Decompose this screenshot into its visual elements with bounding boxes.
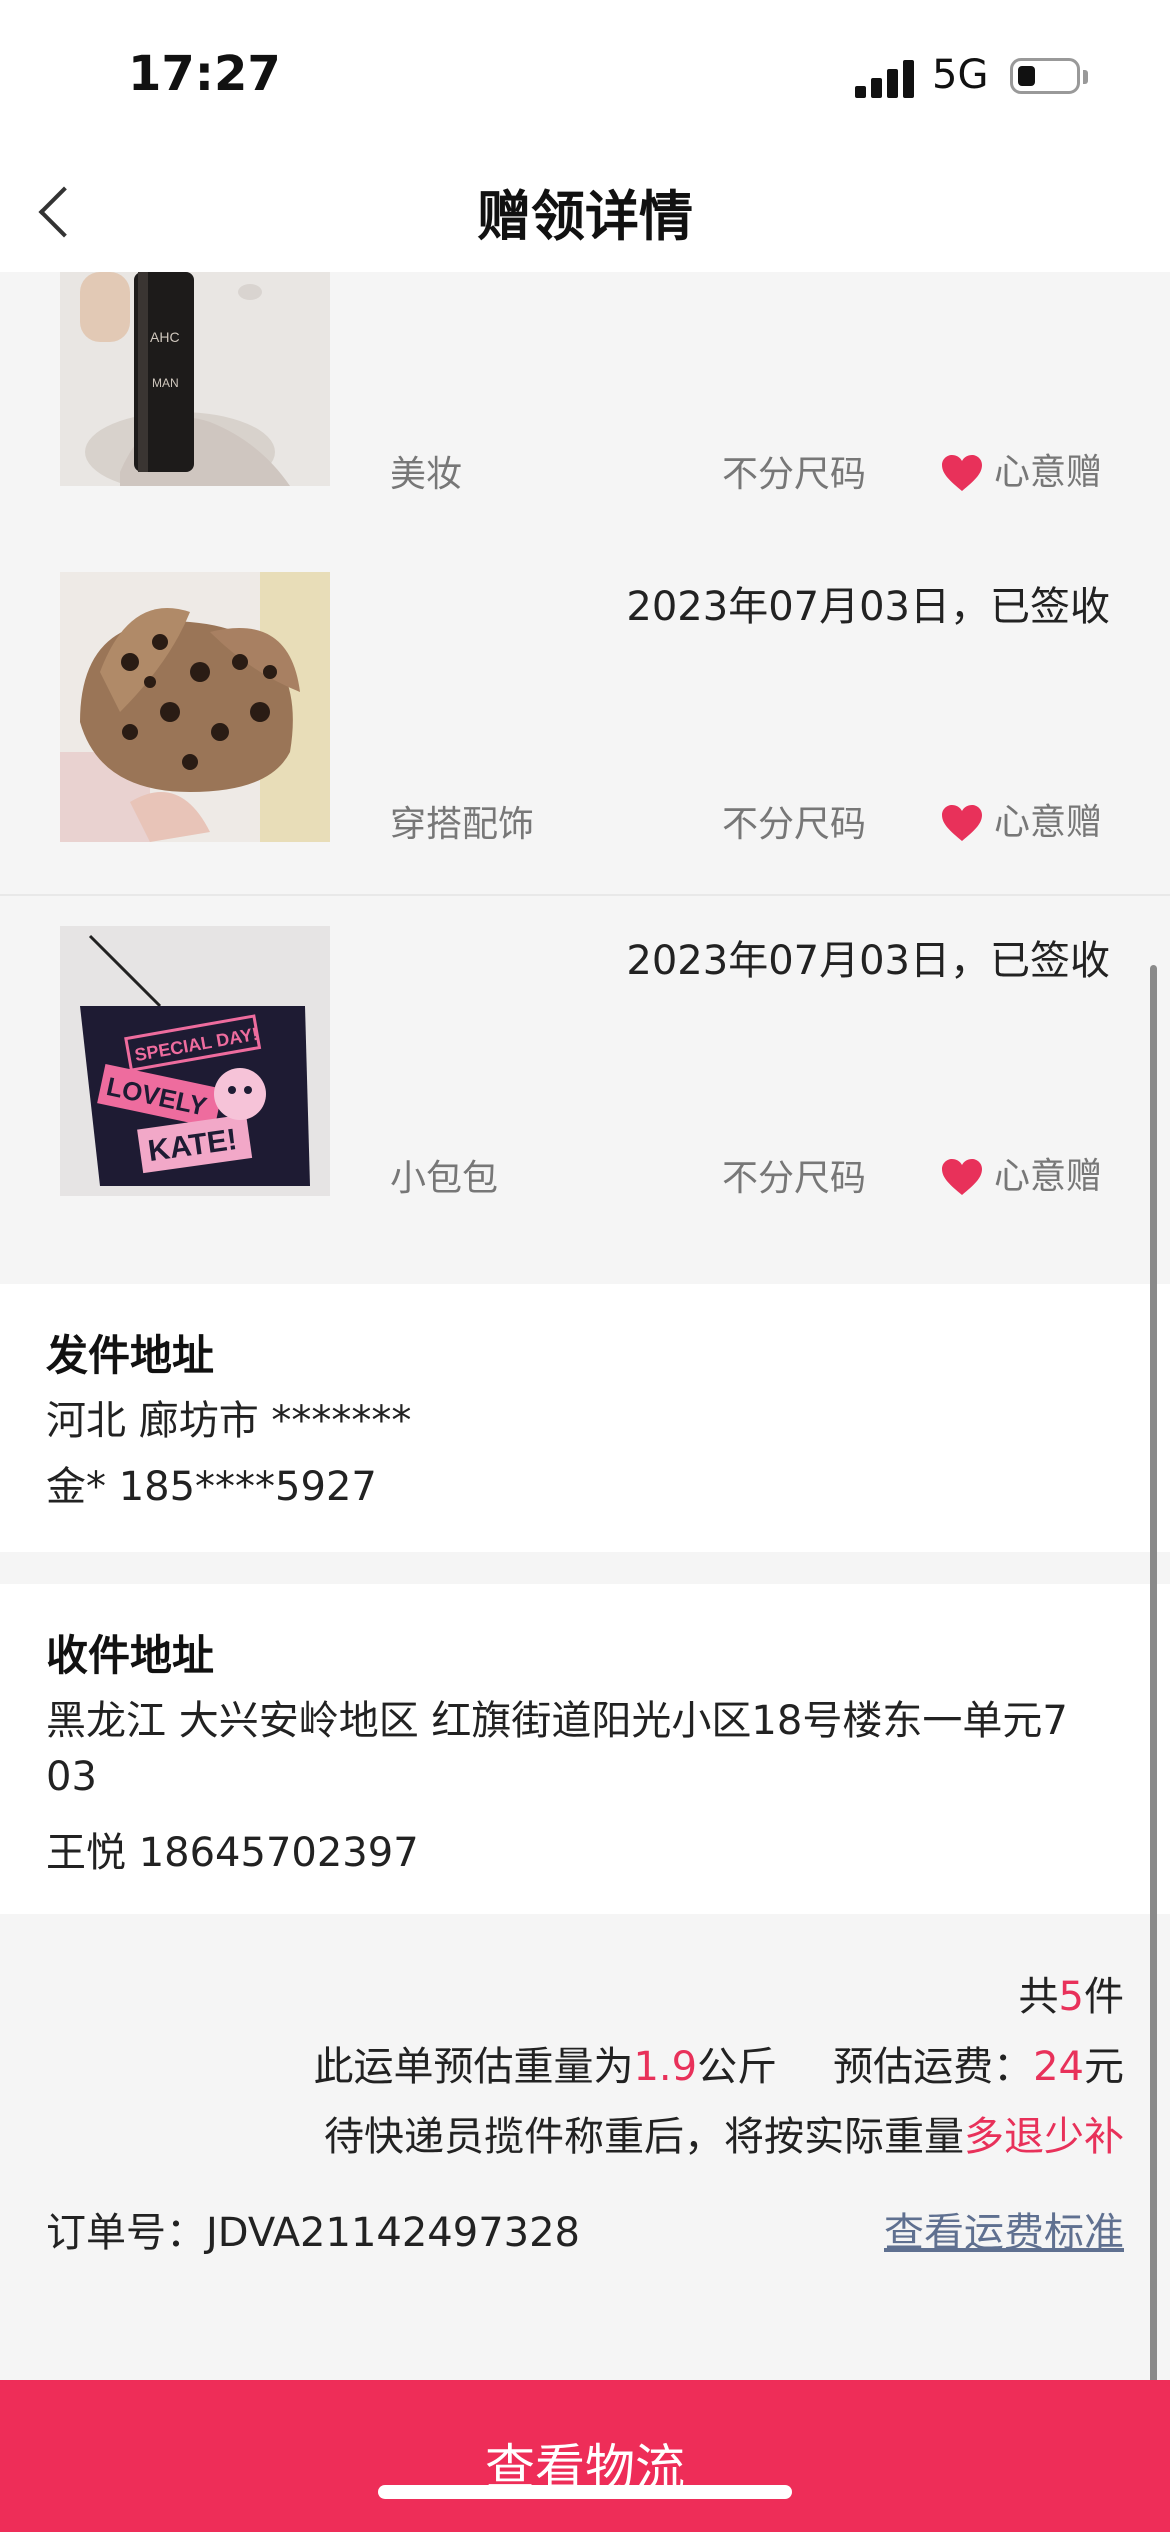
item-date: 2023年07月03日，已签收 — [626, 584, 1110, 630]
page-title: 赠领详情 — [477, 185, 693, 248]
sender-contact: 金* 185****5927 — [46, 1464, 377, 1510]
bottle-brand-text: AHC — [150, 329, 180, 345]
heart-icon — [942, 805, 982, 841]
heart-icon — [942, 1159, 982, 1195]
heart-icon — [942, 455, 982, 491]
receiver-title: 收件地址 — [46, 1631, 215, 1680]
item-category: 美妆 — [390, 454, 463, 495]
gift-label: 心意赠 — [994, 452, 1103, 493]
note-prefix: 待快递员揽件称重后，将按实际重量 — [324, 2114, 964, 2160]
order-number: 订单号：JDVA21142497328 — [46, 2210, 581, 2256]
content-scroll[interactable]: AHC MAN 美妆 不分尺码 心意赠 2023年07月03日，已签收 穿搭配饰… — [0, 272, 1170, 2380]
weight-and-fee: 此运单预估重量为1.9公斤 预估运费：24元 — [313, 2034, 1124, 2092]
sender-address-card: 发件地址 河北 廊坊市 ******* 金* 185****5927 — [0, 1284, 1170, 1552]
receiver-address-line2: 03 — [46, 1754, 97, 1800]
weight-unit: 公斤 — [697, 2044, 778, 2090]
battery-icon — [1010, 58, 1080, 94]
count-value: 5 — [1058, 1974, 1084, 2020]
item-thumbnail: AHC MAN — [60, 272, 330, 486]
item-category: 穿搭配饰 — [390, 804, 535, 845]
receiver-address-card: 收件地址 黑龙江 大兴安岭地区 红旗街道阳光小区18号楼东一单元7 03 王悦 … — [0, 1584, 1170, 1914]
receiver-contact: 王悦 18645702397 — [46, 1830, 419, 1876]
item-count: 共5件 — [1019, 1964, 1124, 2022]
count-suffix: 件 — [1084, 1974, 1124, 2020]
item-date: 2023年07月03日，已签收 — [626, 938, 1110, 984]
weight-prefix: 此运单预估重量为 — [313, 2044, 634, 2090]
shipping-summary: 共5件 此运单预估重量为1.9公斤 预估运费：24元 待快递员揽件称重后，将按实际… — [0, 1914, 1170, 2374]
receiver-address-line1: 黑龙江 大兴安岭地区 红旗街道阳光小区18号楼东一单元7 — [46, 1698, 1068, 1744]
fee-standard-link[interactable]: 查看运费标准 — [884, 2200, 1124, 2258]
scrollbar[interactable] — [1150, 965, 1157, 2395]
view-logistics-button[interactable]: 查看物流 — [0, 2380, 1170, 2532]
nav-bar: 赠领详情 — [0, 150, 1170, 273]
weight-note: 待快递员揽件称重后，将按实际重量多退少补 — [324, 2104, 1124, 2162]
bottle-line-text: MAN — [152, 376, 179, 390]
note-highlight: 多退少补 — [964, 2114, 1124, 2160]
sender-region: 河北 廊坊市 ******* — [46, 1398, 412, 1444]
item-size: 不分尺码 — [722, 1158, 867, 1199]
home-indicator — [378, 2485, 792, 2499]
item-size: 不分尺码 — [722, 804, 867, 845]
item-thumbnail — [60, 572, 330, 842]
weight-value: 1.9 — [633, 2044, 698, 2090]
status-time: 17:27 — [128, 46, 281, 102]
gift-item[interactable]: AHC MAN 美妆 不分尺码 心意赠 — [0, 272, 1170, 544]
fee-unit: 元 — [1084, 2044, 1124, 2090]
gift-item[interactable]: SPECIAL DAY! LOVELY KATE! 2023年07月03日，已签… — [0, 896, 1170, 1256]
item-category: 小包包 — [390, 1158, 499, 1199]
gift-item[interactable]: 2023年07月03日，已签收 穿搭配饰 不分尺码 心意赠 — [0, 542, 1170, 896]
fee-value: 24 — [1033, 2044, 1084, 2090]
count-prefix: 共 — [1018, 1974, 1059, 2020]
battery-tip — [1083, 70, 1088, 84]
fee-prefix: 预估运费： — [833, 2044, 1034, 2090]
gift-label: 心意赠 — [994, 1156, 1103, 1197]
item-size: 不分尺码 — [722, 454, 867, 495]
gift-label: 心意赠 — [994, 802, 1103, 843]
sender-title: 发件地址 — [46, 1331, 215, 1380]
signal-icon — [855, 58, 917, 98]
item-thumbnail: SPECIAL DAY! LOVELY KATE! — [60, 926, 330, 1196]
status-bar: 17:27 5G — [0, 0, 1170, 150]
network-type: 5G — [932, 52, 989, 98]
